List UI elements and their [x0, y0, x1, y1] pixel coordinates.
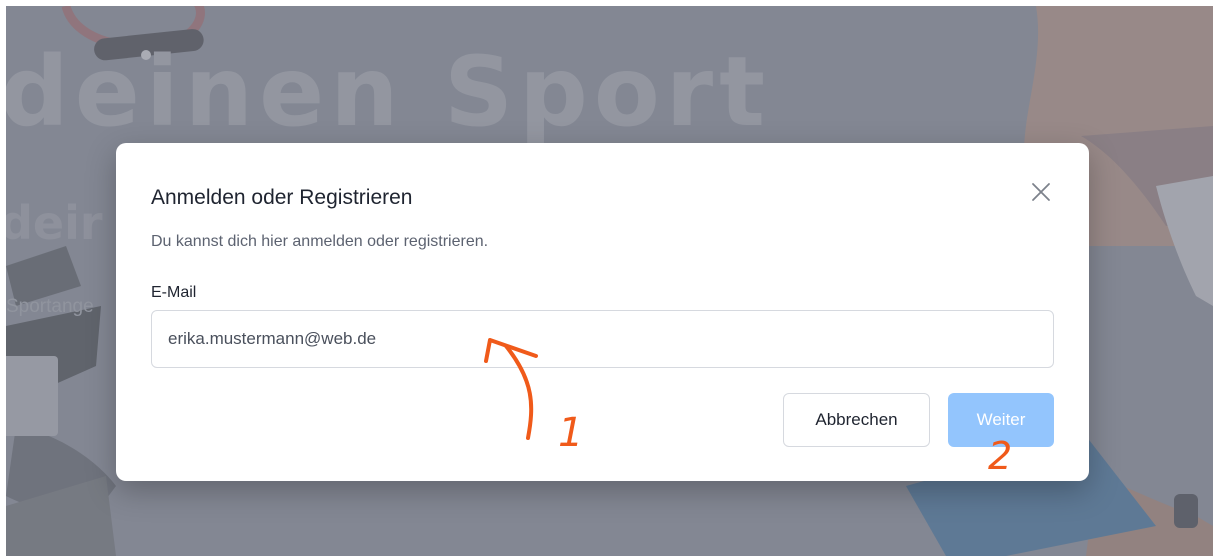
close-icon[interactable]: [1028, 179, 1054, 205]
login-dialog: Anmelden oder Registrieren Du kannst dic…: [116, 143, 1089, 481]
dialog-title: Anmelden oder Registrieren: [151, 186, 413, 209]
cancel-button[interactable]: Abbrechen: [783, 393, 930, 447]
page-scene: deinen Sport deir Sportange Anmelden ode…: [6, 6, 1213, 556]
dialog-description: Du kannst dich hier anmelden oder regist…: [151, 233, 489, 250]
email-input[interactable]: [151, 310, 1054, 368]
email-label: E-Mail: [151, 284, 197, 301]
next-button[interactable]: Weiter: [948, 393, 1054, 447]
